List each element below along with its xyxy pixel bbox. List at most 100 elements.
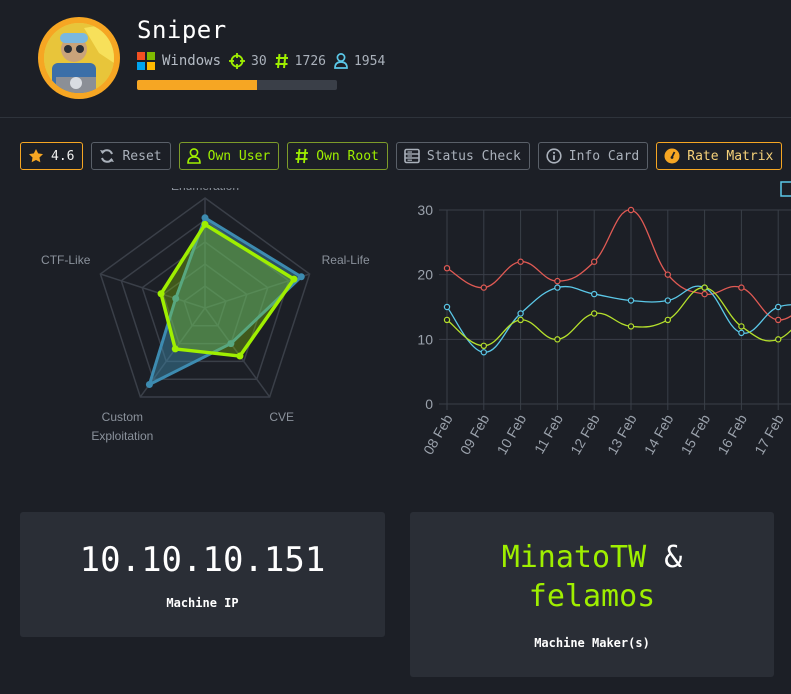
star-icon <box>28 148 44 164</box>
line-series-1-point <box>554 277 561 285</box>
line-series-2 <box>446 285 791 353</box>
line-series-1-point <box>480 284 488 291</box>
maker-line: MinatoTW & <box>502 540 683 575</box>
x-tick-label: 14 Feb <box>641 411 677 457</box>
rate-matrix-button[interactable]: Rate Matrix <box>656 142 783 170</box>
machine-ip-value[interactable]: 10.10.10.151 <box>80 540 326 580</box>
radar-series-2-point <box>157 290 165 298</box>
reset-button[interactable]: Reset <box>91 142 171 170</box>
line-series-1-point <box>738 284 745 291</box>
user-icon <box>334 53 348 69</box>
radar-axis-label: Custom <box>102 410 143 424</box>
own-user-label: Own User <box>207 148 271 164</box>
radar-series-2-point <box>171 345 179 353</box>
radar-axis-label: CTF-Like <box>41 253 91 267</box>
radar-series-2-area <box>159 222 296 358</box>
user-owns-value: 1726 <box>294 53 326 69</box>
line-series-2-point <box>517 310 524 317</box>
own-root-label: Own Root <box>316 148 379 164</box>
line-series-2-point <box>627 297 635 304</box>
rating-button[interactable]: 4.6 <box>20 142 84 170</box>
difficulty-progress-fill <box>137 80 257 90</box>
machine-toolbar: 4.6 Reset Own User Own Root Status Check… <box>20 142 783 170</box>
line-series-3-point <box>664 316 671 324</box>
maker-link-minatotw[interactable]: MinatoTW <box>502 540 647 575</box>
radar-series-2-point <box>236 352 244 360</box>
line-series-3 <box>446 286 791 347</box>
x-tick-label: 13 Feb <box>604 411 640 457</box>
line-series-3-point <box>775 336 782 343</box>
line-series-1-point <box>443 264 451 272</box>
x-tick-label: 08 Feb <box>420 411 456 457</box>
rating-matrix-radar-chart: Enumeration Real-Life CVE Custom Exploitatio… <box>41 188 370 443</box>
own-root-button[interactable]: Own Root <box>287 142 388 170</box>
line-series-3-point <box>443 316 451 324</box>
x-tick-label: 09 Feb <box>457 411 493 457</box>
reset-label: Reset <box>122 148 162 164</box>
line-series-1 <box>446 209 791 321</box>
y-tick-label: 30 <box>417 202 433 218</box>
line-series-2-point <box>480 349 488 356</box>
machine-ip-label: Machine IP <box>166 596 239 610</box>
info-icon <box>546 148 562 164</box>
info-card-button[interactable]: Info Card <box>537 142 649 170</box>
status-check-label: Status Check <box>426 148 521 164</box>
line-series-2-point <box>738 329 745 337</box>
points-value: 30 <box>251 53 267 69</box>
radar-axis-label: Exploitation <box>91 429 153 443</box>
x-tick-label: 17 Feb <box>751 411 787 457</box>
line-series-3-point <box>627 323 635 330</box>
radar-series-1-point <box>145 381 153 389</box>
line-series-3-point <box>590 310 598 317</box>
hashtag-icon <box>295 148 309 164</box>
legend-swatch <box>780 181 791 197</box>
crosshair-icon <box>229 53 246 69</box>
maker-link-felamos[interactable]: felamos <box>529 579 655 614</box>
line-series-1-point <box>664 271 671 278</box>
machine-ip-card: 10.10.10.151 Machine IP <box>20 512 385 637</box>
y-tick-label: 0 <box>425 396 433 412</box>
line-series-1-point <box>627 206 635 214</box>
machine-header: Sniper Windows 30 1726 1954 <box>0 0 791 115</box>
x-tick-label: 12 Feb <box>567 411 603 457</box>
line-series-2-point <box>554 284 561 291</box>
windows-icon <box>137 52 155 70</box>
gauge-icon <box>664 148 680 164</box>
radar-series-2-point <box>290 275 298 283</box>
radar-series-2-point <box>201 220 209 228</box>
y-tick-label: 10 <box>417 331 433 347</box>
difficulty-progress-bar <box>137 80 337 90</box>
y-tick-label: 20 <box>417 267 433 283</box>
status-check-button[interactable]: Status Check <box>395 142 530 170</box>
radar-axis-label: CVE <box>269 410 294 424</box>
refresh-icon <box>99 148 115 164</box>
os-label: Windows <box>162 53 222 69</box>
machine-name: Sniper <box>137 16 227 44</box>
line-series-3-point <box>517 316 524 324</box>
x-tick-label: 16 Feb <box>714 411 750 457</box>
line-series-1-point <box>701 290 708 298</box>
x-tick-label: 15 Feb <box>678 411 714 457</box>
line-series-3-point <box>480 342 488 349</box>
line-series-1-point <box>590 258 598 265</box>
machine-meta: Windows 30 1726 1954 <box>137 52 393 70</box>
root-owns-value: 1954 <box>353 53 386 69</box>
machine-maker-label: Machine Maker(s) <box>534 636 650 650</box>
line-series-3-point <box>701 284 708 291</box>
own-user-button[interactable]: Own User <box>178 142 280 170</box>
rate-matrix-label: Rate Matrix <box>687 148 774 164</box>
difficulty-timeline-chart: 0 10 20 30 08 Feb 09 Feb 10 Feb 11 Feb 12 Feb 13 … <box>417 181 791 457</box>
line-series-1-point <box>517 258 524 265</box>
line-series-2-point <box>443 303 451 311</box>
radar-series-1-point <box>201 214 209 222</box>
maker-separator: & <box>664 540 683 575</box>
line-series-1-point <box>775 316 782 324</box>
x-tick-label: 10 Feb <box>494 411 530 457</box>
radar-axis-label: Enumeration <box>171 188 239 193</box>
info-card-label: Info Card <box>568 148 640 164</box>
line-series-2-point <box>775 303 782 311</box>
hashtag-icon <box>275 53 289 69</box>
header-divider <box>0 117 791 118</box>
line-series-3-point <box>738 323 745 330</box>
line-series-2-point <box>664 297 671 304</box>
